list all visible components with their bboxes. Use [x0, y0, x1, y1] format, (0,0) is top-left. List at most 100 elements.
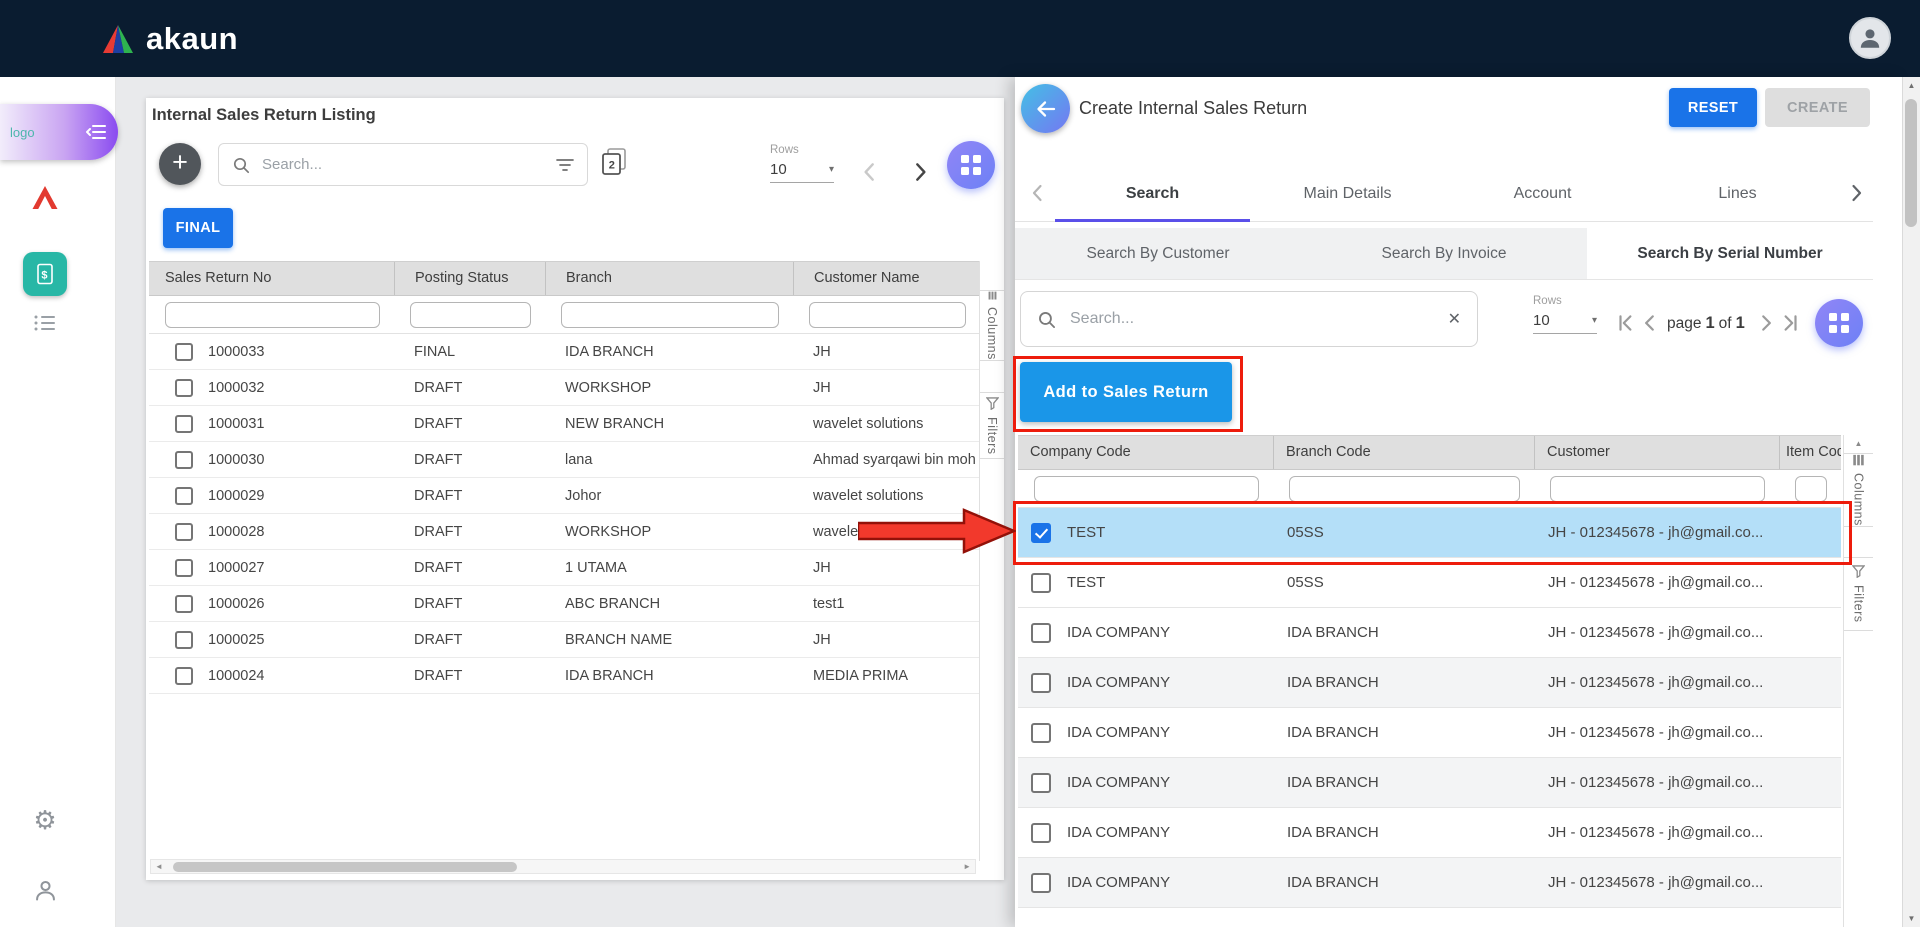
row-checkbox[interactable] — [175, 631, 193, 649]
sales-return-row[interactable]: 1000028 DRAFT WORKSHOP wavelet solutions — [149, 514, 980, 550]
brand-logo[interactable]: akaun — [100, 0, 238, 77]
tabs-scroll-left-button[interactable] — [1027, 182, 1049, 204]
scroll-up-icon[interactable]: ▲ — [1844, 439, 1873, 448]
duplicate-pages-icon[interactable]: 2 — [600, 147, 628, 177]
filter-input-branch[interactable] — [561, 302, 779, 328]
reset-button[interactable]: RESET — [1669, 88, 1757, 127]
apps-grid-button[interactable] — [947, 141, 995, 189]
listing-search-input[interactable] — [260, 155, 546, 174]
sales-return-row[interactable]: 1000029 DRAFT Johor wavelet solutions — [149, 478, 980, 514]
filter-input-posting-status[interactable] — [410, 302, 531, 328]
sidebar-item-settings[interactable]: ⚙ — [22, 797, 68, 843]
add-new-button[interactable]: + — [159, 143, 201, 185]
scroll-right-icon[interactable]: ► — [963, 862, 971, 871]
sales-return-row[interactable]: 1000027 DRAFT 1 UTAMA JH — [149, 550, 980, 586]
sales-return-row[interactable]: 1000025 DRAFT BRANCH NAME JH — [149, 622, 980, 658]
create-button[interactable]: CREATE — [1765, 88, 1870, 127]
filter-input-sales-return-no[interactable] — [165, 302, 380, 328]
page-scrollbar-thumb[interactable] — [1905, 99, 1917, 227]
apps-grid-button[interactable] — [1815, 299, 1863, 347]
sales-return-row[interactable]: 1000033 FINAL IDA BRANCH JH — [149, 334, 980, 370]
filters-rail-tab[interactable]: Filters — [980, 392, 1004, 459]
next-page-button[interactable] — [1755, 312, 1777, 334]
filter-input-company-code[interactable] — [1034, 476, 1259, 502]
row-checkbox[interactable] — [175, 667, 193, 685]
subtab-search-by-customer[interactable]: Search By Customer — [1015, 228, 1301, 279]
row-checkbox[interactable] — [175, 343, 193, 361]
sidebar-item-profile[interactable] — [22, 867, 68, 913]
tab-main-details[interactable]: Main Details — [1250, 165, 1445, 222]
sidebar-item-list[interactable] — [22, 300, 68, 346]
row-checkbox[interactable] — [1031, 523, 1051, 543]
column-header-company-code[interactable]: Company Code — [1018, 436, 1273, 469]
horizontal-scrollbar-thumb[interactable] — [173, 862, 517, 872]
columns-rail-tab[interactable]: Columns — [1844, 453, 1873, 527]
row-checkbox[interactable] — [1031, 773, 1051, 793]
status-filter-final-button[interactable]: FINAL — [163, 208, 233, 248]
filter-list-icon[interactable] — [556, 158, 574, 172]
first-page-button[interactable] — [1615, 312, 1637, 334]
serial-search-input[interactable] — [1068, 309, 1436, 329]
row-checkbox[interactable] — [175, 595, 193, 613]
sidebar-item-app-red[interactable] — [22, 174, 68, 220]
serial-result-row[interactable]: IDA COMPANY IDA BRANCH JH - 012345678 - … — [1018, 708, 1841, 758]
serial-result-row[interactable]: TEST 05SS JH - 012345678 - jh@gmail.co..… — [1018, 558, 1841, 608]
serial-result-row[interactable]: IDA COMPANY IDA BRANCH JH - 012345678 - … — [1018, 608, 1841, 658]
sidebar-item-app-ledger[interactable]: $ — [22, 251, 68, 297]
filter-input-item-code[interactable] — [1795, 476, 1827, 502]
horizontal-scrollbar[interactable]: ◄ ► — [150, 859, 976, 874]
serial-result-row[interactable]: IDA COMPANY IDA BRANCH JH - 012345678 - … — [1018, 758, 1841, 808]
sales-return-row[interactable]: 1000031 DRAFT NEW BRANCH wavelet solutio… — [149, 406, 980, 442]
columns-rail-tab[interactable]: Columns — [980, 290, 1004, 361]
rows-select[interactable]: 10 ▾ — [770, 161, 834, 183]
serial-result-row[interactable]: TEST 05SS JH - 012345678 - jh@gmail.co..… — [1018, 508, 1841, 558]
tab-lines[interactable]: Lines — [1640, 165, 1835, 222]
row-checkbox[interactable] — [1031, 573, 1051, 593]
sales-return-row[interactable]: 1000024 DRAFT IDA BRANCH MEDIA PRIMA — [149, 658, 980, 694]
last-page-button[interactable] — [1779, 312, 1801, 334]
row-checkbox[interactable] — [1031, 873, 1051, 893]
serial-result-row[interactable]: IDA COMPANY IDA BRANCH JH - 012345678 - … — [1018, 808, 1841, 858]
tab-account[interactable]: Account — [1445, 165, 1640, 222]
next-page-button[interactable] — [908, 160, 932, 184]
scroll-up-icon[interactable]: ▲ — [1903, 81, 1920, 90]
prev-page-button[interactable] — [1639, 312, 1661, 334]
column-header-branch[interactable]: Branch — [545, 262, 793, 295]
back-button[interactable] — [1021, 84, 1070, 133]
row-checkbox[interactable] — [1031, 623, 1051, 643]
row-checkbox[interactable] — [175, 415, 193, 433]
filters-rail-tab[interactable]: Filters — [1844, 557, 1873, 631]
row-checkbox[interactable] — [175, 379, 193, 397]
row-checkbox[interactable] — [1031, 723, 1051, 743]
tab-search[interactable]: Search — [1055, 165, 1250, 222]
serial-result-row[interactable]: IDA COMPANY IDA BRANCH JH - 012345678 - … — [1018, 658, 1841, 708]
add-to-sales-return-button[interactable]: Add to Sales Return — [1020, 362, 1232, 422]
sales-return-row[interactable]: 1000032 DRAFT WORKSHOP JH — [149, 370, 980, 406]
column-header-branch-code[interactable]: Branch Code — [1273, 436, 1534, 469]
filter-input-customer-name[interactable] — [809, 302, 966, 328]
column-header-customer[interactable]: Customer — [1534, 436, 1779, 469]
sales-return-row[interactable]: 1000026 DRAFT ABC BRANCH test1 — [149, 586, 980, 622]
column-header-sales-return-no[interactable]: Sales Return No — [149, 262, 394, 295]
subtab-search-by-serial-number[interactable]: Search By Serial Number — [1587, 228, 1873, 279]
scroll-left-icon[interactable]: ◄ — [155, 862, 163, 871]
column-header-posting-status[interactable]: Posting Status — [394, 262, 545, 295]
row-checkbox[interactable] — [1031, 673, 1051, 693]
prev-page-button[interactable] — [858, 160, 882, 184]
serial-result-row[interactable]: IDA COMPANY IDA BRANCH JH - 012345678 - … — [1018, 858, 1841, 908]
sales-return-row[interactable]: 1000030 DRAFT lana Ahmad syarqawi bin mo… — [149, 442, 980, 478]
page-scrollbar[interactable]: ▲ ▼ — [1902, 77, 1920, 927]
tabs-scroll-right-button[interactable] — [1845, 182, 1867, 204]
user-avatar[interactable] — [1849, 17, 1891, 59]
column-header-customer-name[interactable]: Customer Name — [793, 262, 980, 295]
filter-input-customer[interactable] — [1550, 476, 1765, 502]
sidebar-menu-toggle[interactable]: logo — [0, 104, 118, 160]
scroll-down-icon[interactable]: ▼ — [1903, 914, 1920, 923]
clear-search-icon[interactable]: ✕ — [1448, 309, 1461, 329]
row-checkbox[interactable] — [175, 487, 193, 505]
row-checkbox[interactable] — [175, 559, 193, 577]
column-header-item-code[interactable]: Item Code — [1779, 436, 1841, 469]
row-checkbox[interactable] — [1031, 823, 1051, 843]
rows-select[interactable]: 10 ▾ — [1533, 312, 1597, 334]
filter-input-branch-code[interactable] — [1289, 476, 1520, 502]
